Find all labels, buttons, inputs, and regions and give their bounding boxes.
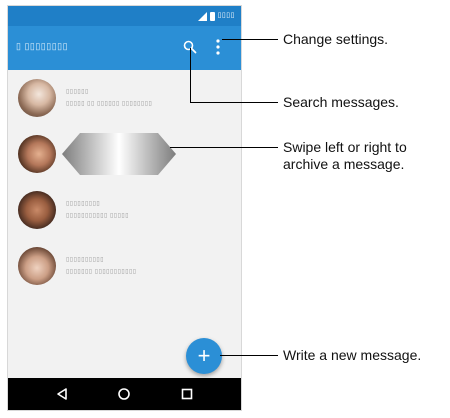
conversation-item-swiping[interactable] — [8, 126, 241, 182]
navigation-bar — [8, 378, 241, 410]
more-vert-icon[interactable] — [216, 39, 220, 55]
callout-settings: Change settings. — [283, 31, 389, 47]
app-bar: ▯ ▯▯▯▯▯▯▯▯ — [8, 26, 241, 70]
status-bar: ▯▯▯▯ — [8, 6, 241, 26]
status-icons: ▯▯▯▯ — [197, 11, 235, 21]
callout-search: Search messages. — [283, 94, 399, 110]
conversation-item[interactable]: ▯▯▯▯▯▯▯▯▯ ▯▯▯▯▯▯▯▯▯▯▯ ▯▯▯▯▯ — [8, 182, 241, 238]
conversation-item[interactable]: ▯▯▯▯▯▯ ▯▯▯▯▯ ▯▯ ▯▯▯▯▯▯ ▯▯▯▯▯▯▯▯ — [8, 70, 241, 126]
conversation-name: ▯▯▯▯▯▯ — [66, 89, 89, 95]
app-title: ▯ ▯▯▯▯▯▯▯▯ — [16, 41, 69, 51]
conversation-list: ▯▯▯▯▯▯ ▯▯▯▯▯ ▯▯ ▯▯▯▯▯▯ ▯▯▯▯▯▯▯▯ ▯▯▯▯▯▯▯▯… — [8, 70, 241, 294]
callout-line-compose — [220, 355, 278, 356]
callout-swipe-line2: archive a message. — [283, 156, 405, 172]
avatar — [18, 191, 56, 229]
avatar — [18, 135, 56, 173]
callout-line-swipe — [170, 147, 278, 148]
conversation-name: ▯▯▯▯▯▯▯▯▯▯ — [66, 257, 105, 263]
swipe-arrow-icon — [62, 133, 176, 175]
avatar — [18, 247, 56, 285]
conversation-preview: ▯▯▯▯▯ ▯▯ ▯▯▯▯▯▯ ▯▯▯▯▯▯▯▯ — [66, 101, 153, 107]
plus-icon: + — [197, 343, 211, 368]
status-time: ▯▯▯▯ — [217, 12, 235, 19]
callout-line-search-vertical — [190, 48, 191, 102]
home-circle-icon[interactable] — [117, 387, 131, 401]
conversation-preview: ▯▯▯▯▯▯▯▯▯▯▯ ▯▯▯▯▯ — [66, 213, 129, 219]
phone-screen: ▯▯▯▯ ▯ ▯▯▯▯▯▯▯▯ ▯▯▯▯▯▯ ▯▯▯▯▯ ▯▯ ▯▯▯▯▯▯ ▯… — [8, 6, 241, 410]
callout-line-search — [190, 102, 278, 103]
compose-button[interactable]: + — [186, 338, 222, 374]
conversation-item[interactable]: ▯▯▯▯▯▯▯▯▯▯ ▯▯▯▯▯▯▯ ▯▯▯▯▯▯▯▯▯▯▯ — [8, 238, 241, 294]
signal-icon — [197, 11, 207, 21]
callout-swipe-line1: Swipe left or right to — [283, 139, 407, 155]
help-illustration: ▯▯▯▯ ▯ ▯▯▯▯▯▯▯▯ ▯▯▯▯▯▯ ▯▯▯▯▯ ▯▯ ▯▯▯▯▯▯ ▯… — [0, 0, 450, 418]
callout-line-settings — [222, 39, 278, 40]
recent-square-icon[interactable] — [180, 387, 194, 401]
avatar — [18, 79, 56, 117]
battery-icon — [209, 11, 215, 21]
conversation-name: ▯▯▯▯▯▯▯▯▯ — [66, 201, 101, 207]
back-triangle-icon[interactable] — [55, 387, 69, 401]
callout-compose: Write a new message. — [283, 347, 422, 363]
conversation-preview: ▯▯▯▯▯▯▯ ▯▯▯▯▯▯▯▯▯▯▯ — [66, 269, 137, 275]
